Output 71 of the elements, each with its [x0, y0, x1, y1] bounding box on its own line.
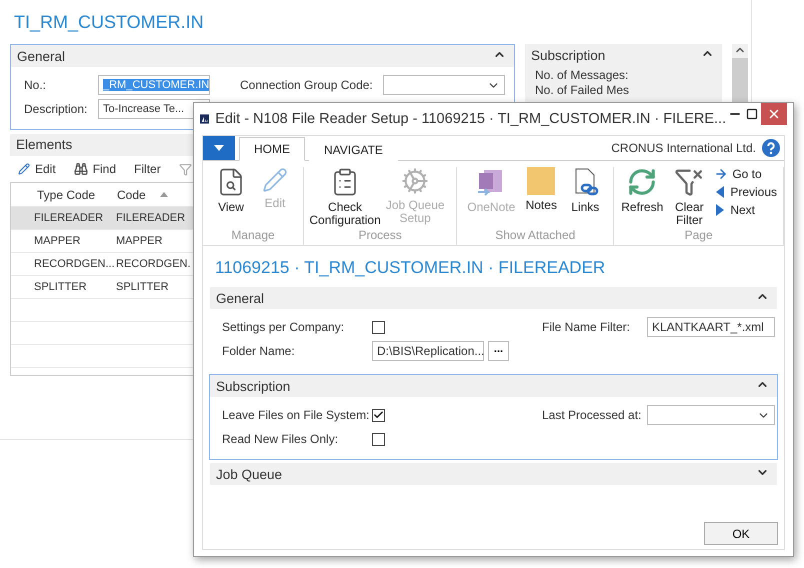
- ribbon-button[interactable]: Go to: [714, 167, 777, 181]
- maximize-icon: [746, 108, 758, 120]
- refresh-icon: [627, 167, 658, 197]
- group-label: Page: [684, 228, 713, 244]
- table-cell-text: FILEREADER: [34, 212, 104, 224]
- field-label: Connection Group Code:: [240, 78, 374, 92]
- ribbon-button[interactable]: Clear Filter: [664, 167, 714, 227]
- field-label: Last Processed at:: [542, 408, 642, 422]
- window-title: Edit - N108 File Reader Setup - 11069215 · TI_RM_CUSTOMER.IN · FILERE...: [215, 111, 726, 127]
- ribbon-button[interactable]: Refresh: [620, 167, 664, 214]
- field-label: No. of Failed Mes: [534, 83, 630, 98]
- pencil-icon: [18, 163, 30, 175]
- section-title: General: [17, 48, 66, 64]
- field-label: Leave Files on File System:: [222, 408, 370, 422]
- table-cell-text: SPLITTER: [116, 281, 170, 293]
- filter-cross-icon: [674, 167, 704, 197]
- field-label: Settings per Company:: [222, 320, 346, 334]
- record-heading: 11069215 · TI_RM_CUSTOMER.IN · FILEREADER: [214, 258, 606, 279]
- ribbon-button[interactable]: Next: [714, 203, 777, 217]
- table-cell-text: FILEREADER: [116, 212, 186, 224]
- toolbar-button[interactable]: Filter: [134, 162, 161, 176]
- table-cell-text: RECORDGEN.: [116, 258, 192, 270]
- dropdown-field[interactable]: [647, 405, 775, 425]
- table-cell-text: SPLITTER: [34, 281, 88, 293]
- ribbon-button[interactable]: View: [209, 167, 253, 214]
- gears-icon: [401, 167, 430, 195]
- binoculars-icon: [74, 162, 88, 176]
- sort-arrow-icon: [160, 192, 168, 197]
- field-label: Description:: [24, 102, 88, 116]
- app-menu-button[interactable]: [203, 136, 235, 160]
- ribbon-button[interactable]: Notes: [519, 167, 564, 212]
- ribbon-button[interactable]: Links: [563, 167, 608, 214]
- ribbon-button[interactable]: Check Configuration: [310, 167, 380, 227]
- triangle-right-icon: [714, 203, 726, 217]
- checkbox[interactable]: [372, 432, 385, 446]
- field-label: File Name Filter:: [542, 320, 632, 334]
- section-title: Job Queue: [216, 466, 282, 482]
- table-cell-text: MAPPER: [116, 235, 164, 247]
- group-label: Manage: [231, 228, 275, 244]
- field-label: Folder Name:: [222, 344, 296, 358]
- section-title: Subscription: [216, 378, 290, 394]
- field-label: Read New Files Only:: [222, 432, 340, 446]
- checkbox[interactable]: [372, 320, 385, 334]
- caret-down-icon: [214, 145, 224, 151]
- table-cell-text: MAPPER: [34, 235, 82, 247]
- checkbox[interactable]: [372, 408, 385, 422]
- table-cell: RECORDGEN...: [34, 258, 116, 270]
- sticky-note-icon: [527, 167, 556, 195]
- browse-button[interactable]: ...: [488, 341, 509, 361]
- input-field[interactable]: D:\BIS\Replication...: [372, 341, 484, 361]
- help-icon[interactable]: [762, 139, 780, 157]
- toolbar-button[interactable]: Find: [74, 162, 116, 176]
- field-label: No.:: [24, 78, 48, 92]
- pencil-icon: [262, 167, 288, 193]
- triangle-left-icon: [714, 185, 726, 199]
- column-header[interactable]: Type Code: [11, 188, 117, 202]
- ribbon-button[interactable]: Previous: [714, 185, 777, 199]
- toolbar-button[interactable]: Edit: [18, 162, 56, 176]
- page-title: TI_RM_CUSTOMER.IN: [13, 11, 205, 34]
- ok-button[interactable]: OK: [704, 522, 778, 545]
- ribbon-tab[interactable]: HOME: [239, 137, 305, 161]
- field-label: No. of Messages:: [534, 68, 630, 83]
- group-label: Process: [358, 228, 402, 244]
- group-label: Show Attached: [495, 228, 576, 244]
- section-title: Subscription: [531, 48, 606, 62]
- section-title: General: [216, 290, 264, 306]
- input-field[interactable]: KLANTKAART_*.xml: [647, 317, 775, 337]
- close-button[interactable]: [760, 103, 787, 125]
- column-header[interactable]: Code: [117, 188, 146, 202]
- dropdown-field[interactable]: [383, 75, 505, 95]
- company-name: CRONUS International Ltd.: [611, 141, 756, 155]
